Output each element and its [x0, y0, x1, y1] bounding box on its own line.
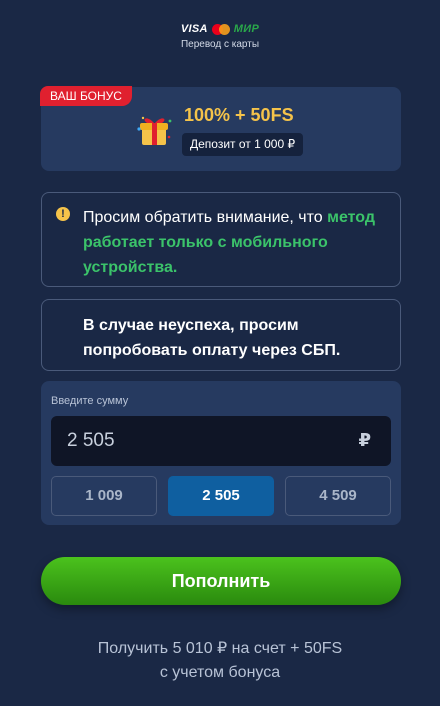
preset-button-active[interactable]: 2 505: [168, 476, 274, 516]
amount-label: Введите сумму: [51, 395, 129, 407]
bonus-title: 100% + 50FS: [184, 105, 294, 125]
sbp-notice-text: В случае неуспеха, просим попробовать оп…: [83, 317, 341, 359]
payment-method-header: VISA МИР Перевод с карты: [0, 22, 440, 50]
notice-text-prefix: Просим обратить внимание, что: [83, 209, 328, 226]
amount-card: Введите сумму ₽ 1 009 2 505 4 509: [41, 381, 401, 525]
deposit-button[interactable]: Пополнить: [41, 557, 401, 605]
amount-presets: 1 009 2 505 4 509: [51, 476, 391, 516]
mobile-only-notice: ! Просим обратить внимание, что метод ра…: [41, 192, 401, 287]
ruble-icon: ₽: [358, 430, 371, 450]
gift-icon: [137, 116, 172, 145]
bonus-min-deposit: Депозит от 1 000 ₽: [182, 133, 304, 156]
amount-input[interactable]: [51, 416, 351, 466]
bonus-summary-line2: с учетом бонуса: [159, 664, 281, 681]
bonus-summary: Получить 5 010 ₽ на счет + 50FS с учетом…: [0, 637, 440, 685]
preset-button[interactable]: 4 509: [285, 476, 391, 516]
bonus-card: ВАШ БОНУС 100% + 50FS Депозит от 1 000 ₽: [40, 86, 401, 171]
mir-logo: МИР: [233, 23, 260, 35]
visa-logo: VISA: [180, 23, 208, 35]
notice-text: Просим обратить внимание, что метод рабо…: [83, 205, 383, 280]
bonus-badge: ВАШ БОНУС: [40, 86, 132, 106]
sbp-fallback-notice: В случае неуспеха, просим попробовать оп…: [41, 299, 401, 371]
payment-method-subtitle: Перевод с карты: [180, 39, 260, 50]
preset-button[interactable]: 1 009: [51, 476, 157, 516]
amount-input-wrapper: ₽: [51, 416, 391, 466]
bonus-summary-line1: Получить 5 010 ₽ на счет + 50FS: [97, 640, 343, 657]
mastercard-logo: [211, 23, 230, 35]
warning-icon: !: [56, 207, 70, 221]
card-logos: VISA МИР: [181, 22, 259, 36]
